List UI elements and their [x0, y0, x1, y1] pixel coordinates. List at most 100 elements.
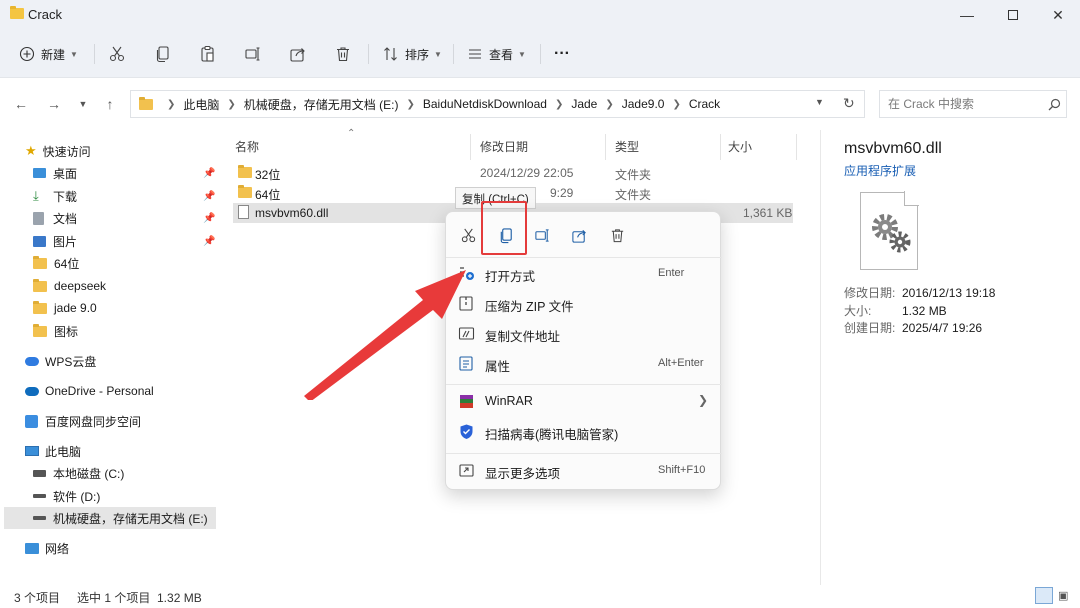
address-bar[interactable]: ❯ 此电脑 ❯ 机械硬盘，存储无用文档 (E:) ❯ BaiduNetdiskD… [130, 90, 865, 118]
sort-button[interactable]: 排序 ▼ [383, 40, 442, 68]
share-button[interactable] [289, 40, 307, 68]
pin-icon[interactable]: 📌 [203, 213, 215, 224]
sidebar-item-onedrive[interactable]: OneDrive - Personal [0, 380, 216, 402]
breadcrumb-crack[interactable]: Crack [689, 97, 720, 111]
column-divider[interactable] [720, 134, 721, 160]
breadcrumb-baidunetdisk[interactable]: BaiduNetdiskDownload [423, 97, 547, 111]
folder-icon [238, 185, 252, 198]
back-button[interactable]: ← [12, 95, 30, 113]
arrow-right-icon: → [47, 96, 61, 112]
pin-icon[interactable]: 📌 [203, 191, 215, 202]
toolbar-divider [540, 44, 541, 64]
pin-icon[interactable]: 📌 [203, 168, 215, 179]
sidebar-item-jade[interactable]: jade 9.0 [0, 297, 216, 319]
view-button[interactable]: 查看 ▼ [467, 40, 526, 68]
up-button[interactable]: ↑ [101, 95, 119, 113]
toolbar-divider [453, 44, 454, 64]
context-cut-button[interactable] [456, 223, 480, 247]
recent-locations-button[interactable]: ▼ [74, 95, 92, 113]
sidebar-item-downloads[interactable]: ⤓ 下载 📌 [0, 185, 216, 207]
breadcrumb-this-pc[interactable]: 此电脑 [183, 96, 219, 113]
maximize-icon [1008, 10, 1018, 20]
tiles-view-button[interactable]: ▣ [1058, 589, 1068, 602]
refresh-icon[interactable]: ↻ [843, 95, 855, 112]
context-share-button[interactable] [567, 223, 591, 247]
sidebar-item-folder-64[interactable]: 64位 [0, 252, 216, 274]
sidebar-item-baidu[interactable]: 百度网盘同步空间 [0, 410, 216, 432]
forward-button[interactable]: → [45, 95, 63, 113]
column-header-size[interactable]: 大小 [728, 138, 752, 155]
close-button[interactable]: ✕ [1035, 0, 1080, 30]
menu-item-winrar[interactable]: WinRAR ❯ [446, 389, 722, 415]
menu-item-show-more[interactable]: 显示更多选项 Shift+F10 [446, 458, 722, 484]
sidebar-item-deepseek[interactable]: deepseek [0, 275, 216, 297]
rename-icon [245, 47, 260, 61]
menu-item-copy-path[interactable]: 复制文件地址 [446, 321, 722, 347]
menu-item-compress-zip[interactable]: 压缩为 ZIP 文件 [446, 291, 722, 317]
delete-button[interactable] [334, 40, 352, 68]
sidebar-item-quick-access[interactable]: ★ 快速访问 [0, 140, 216, 162]
menu-item-open-with[interactable]: 打开方式 Enter [446, 261, 722, 287]
chevron-down-icon: ▼ [434, 49, 442, 59]
sidebar-item-this-pc[interactable]: 此电脑 [0, 440, 216, 462]
chevron-right-icon: ❯ [167, 98, 176, 110]
cut-button[interactable] [108, 40, 126, 68]
folder-icon [33, 323, 47, 337]
folder-icon [33, 255, 47, 269]
context-rename-button[interactable] [530, 223, 554, 247]
sidebar-item-label: 本地磁盘 (C:) [53, 466, 125, 481]
column-divider[interactable] [796, 134, 797, 160]
sidebar-item-pictures[interactable]: 图片 📌 [0, 230, 216, 252]
menu-item-properties[interactable]: 属性 Alt+Enter [446, 351, 722, 377]
search-icon[interactable] [1048, 98, 1061, 111]
search-input[interactable] [888, 97, 1038, 111]
menu-item-virus-scan[interactable]: 扫描病毒(腾讯电脑管家) [446, 419, 722, 445]
file-name: 64位 [255, 188, 281, 202]
breadcrumb-jade9[interactable]: Jade9.0 [622, 97, 665, 111]
drive-icon [33, 516, 46, 520]
computer-icon [25, 446, 39, 456]
pin-icon[interactable]: 📌 [203, 236, 215, 247]
gear-icon [872, 214, 911, 253]
sidebar-item-icons[interactable]: 图标 [0, 320, 216, 342]
title-bar: Crack — ✕ [0, 0, 1080, 30]
search-box[interactable] [879, 90, 1067, 118]
rename-button[interactable] [244, 40, 262, 68]
sidebar-item-drive-c[interactable]: 本地磁盘 (C:) [0, 462, 216, 484]
copy-highlight-box [481, 201, 527, 255]
new-button[interactable]: 新建 ▼ [19, 40, 78, 68]
picture-icon [33, 235, 46, 247]
maximize-button[interactable] [990, 0, 1036, 30]
column-header-type[interactable]: 类型 [615, 138, 639, 155]
copy-button[interactable] [154, 40, 172, 68]
sidebar-item-drive-d[interactable]: 软件 (D:) [0, 485, 216, 507]
column-header-modified[interactable]: 修改日期 [480, 138, 528, 155]
sort-label: 排序 [405, 47, 430, 62]
column-divider[interactable] [605, 134, 606, 160]
sidebar-item-network[interactable]: 网络 [0, 537, 216, 559]
sidebar-item-label: jade 9.0 [54, 301, 97, 315]
address-dropdown-icon[interactable]: ▼ [815, 97, 824, 107]
details-view-button[interactable] [1035, 587, 1053, 604]
sidebar-item-desktop[interactable]: 桌面 📌 [0, 162, 216, 184]
column-divider[interactable] [470, 134, 471, 160]
breadcrumb-drive-e[interactable]: 机械硬盘，存储无用文档 (E:) [244, 96, 399, 113]
sidebar-item-drive-e[interactable]: 机械硬盘，存储无用文档 (E:) [4, 507, 216, 529]
column-header-name[interactable]: 名称 [235, 138, 259, 155]
sidebar-item-label: 百度网盘同步空间 [45, 414, 142, 429]
file-row[interactable]: 32位 2024/12/29 22:05 文件夹 [233, 163, 793, 183]
menu-divider [446, 453, 722, 454]
folder-icon [33, 278, 47, 292]
more-button[interactable]: ··· [554, 40, 570, 68]
context-delete-button[interactable] [605, 223, 629, 247]
sidebar-item-label: 网络 [45, 541, 70, 556]
sidebar-item-wps[interactable]: WPS云盘 [0, 350, 216, 372]
minimize-button[interactable]: — [944, 0, 990, 30]
document-icon [33, 211, 44, 225]
baidu-netdisk-icon [25, 414, 38, 428]
sidebar-item-documents[interactable]: 文档 📌 [0, 207, 216, 229]
view-label: 查看 [489, 47, 514, 62]
paste-button[interactable] [199, 40, 217, 68]
breadcrumb-jade[interactable]: Jade [571, 97, 597, 111]
sort-icon [384, 47, 397, 61]
